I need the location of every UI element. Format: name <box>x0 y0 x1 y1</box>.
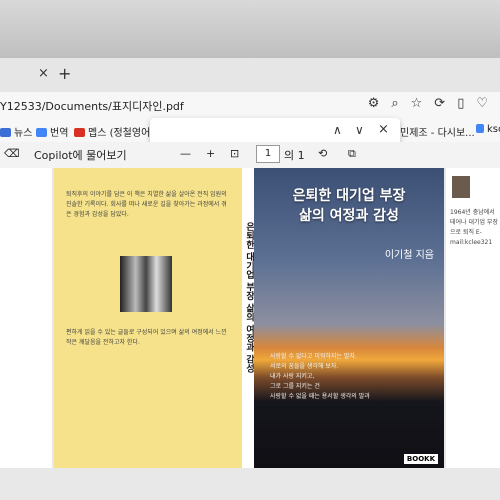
fav-label: 뉴스 <box>14 128 33 139</box>
split-screen-icon[interactable]: ▯ <box>457 96 464 111</box>
cover-title: 은퇴한 대기업 부장 삶의 여정과 감성 <box>254 186 444 226</box>
back-cover-text-bottom: 편하게 읽을 수 있는 글들로 구성되어 있으며 삶의 여정에서 느낀 작은 깨… <box>66 329 227 346</box>
back-cover-text: 퇴직후의 이야기를 담은 이 책은 치열한 삶을 살아온 전직 임원의 진솔한 … <box>66 191 227 218</box>
eraser-icon[interactable]: ⌫ <box>4 147 20 160</box>
fav-google[interactable]: ksc <box>476 124 500 135</box>
refresh-icon[interactable]: ⟳ <box>434 96 445 111</box>
zoom-out-button[interactable]: — <box>180 147 191 160</box>
find-next-icon[interactable]: ∨ <box>355 123 364 137</box>
fav-translate[interactable]: 번역 <box>36 124 68 139</box>
pdf-toolbar: ⌫ Copilot에 물어보기 — + ⊡ 1 의 1 ⟲ ⧉ <box>0 142 500 169</box>
author-photo <box>452 176 470 198</box>
book-spine: 은퇴한 대기업 부장 삶의 여정과 감성 <box>242 168 254 468</box>
zoom-icon[interactable]: ⌕ <box>391 96 398 111</box>
zoom-in-button[interactable]: + <box>206 147 215 160</box>
back-cover-photo <box>120 256 172 312</box>
find-input[interactable] <box>156 123 320 141</box>
previous-page-edge <box>0 168 52 468</box>
spine-title: 은퇴한 대기업 부장 삶의 여정과 감성 <box>244 222 254 373</box>
book-front-cover: 은퇴한 대기업 부장 삶의 여정과 감성 이기철 지음 사랑할 수 없다고 미워… <box>254 168 444 468</box>
cover-poem-line: 사랑할 수 없을 때는 용서할 생각의 말과 <box>270 393 370 400</box>
pdf-viewer[interactable]: 퇴직후의 이야기를 담은 이 책은 치열한 삶을 살아온 전직 임원의 진솔한 … <box>0 168 500 500</box>
browser-window: × + Y12533/Documents/표지디자인.pdf ⚙ ⌕ ☆ ⟳ ▯… <box>0 58 500 500</box>
page-number-input[interactable]: 1 <box>256 145 280 163</box>
cover-poem: 사랑할 수 없다고 미워하지는 말자. 서로의 꿈들을 생각해 보자. 내가 사… <box>270 352 370 402</box>
next-page-edge: 1964년 충남에서 태어나 대기업 부장으로 퇴직 E-mail:kclee3… <box>446 168 500 468</box>
cover-poem-line: 서로의 꿈들을 생각해 보자. <box>270 363 339 370</box>
page-total: 의 1 <box>284 149 305 162</box>
find-previous-icon[interactable]: ∧ <box>333 123 342 137</box>
cover-author: 이기철 지음 <box>384 250 434 261</box>
new-tab-button[interactable]: + <box>58 64 71 83</box>
tab-close-icon[interactable]: × <box>38 66 49 81</box>
google-icon <box>476 124 484 133</box>
url-field[interactable]: Y12533/Documents/표지디자인.pdf <box>0 98 184 114</box>
favorite-star-icon[interactable]: ☆ <box>411 96 423 111</box>
copilot-button[interactable]: Copilot에 물어보기 <box>34 147 127 163</box>
cover-title-line-1: 은퇴한 대기업 부장 <box>292 188 406 204</box>
fav-label: 번역 <box>50 128 69 139</box>
fit-page-icon[interactable]: ⊡ <box>230 147 239 160</box>
youtube-icon <box>74 128 85 137</box>
fav-news[interactable]: 뉴스 <box>0 124 32 139</box>
fav-video[interactable]: 민제조 - 다시보... <box>400 124 475 139</box>
fav-label: ksc <box>487 124 500 135</box>
news-icon <box>0 128 11 137</box>
address-bar: Y12533/Documents/표지디자인.pdf ⚙ ⌕ ☆ ⟳ ▯ ♡ <box>0 92 500 120</box>
page-view-icon[interactable]: ⧉ <box>348 147 356 161</box>
find-close-icon[interactable]: × <box>378 122 389 137</box>
cover-title-line-2: 삶의 여정과 감성 <box>299 208 399 224</box>
cover-poem-line: 내가 사랑 지키고, <box>270 373 315 380</box>
favorites-icon[interactable]: ♡ <box>476 96 488 111</box>
address-bar-icons: ⚙ ⌕ ☆ ⟳ ▯ ♡ <box>368 96 500 111</box>
publisher-logo: BOOKK <box>403 454 438 464</box>
monitor-bezel <box>0 0 500 62</box>
tab-bar: × + <box>0 58 500 93</box>
cover-poem-line: 그로 그를 지키는 건 <box>270 383 320 390</box>
extensions-icon[interactable]: ⚙ <box>368 96 380 111</box>
book-back-cover: 퇴직후의 이야기를 담은 이 책은 치열한 삶을 살아온 전직 임원의 진솔한 … <box>54 168 242 468</box>
author-bio: 1964년 충남에서 태어나 대기업 부장으로 퇴직 E-mail:kclee3… <box>450 209 498 246</box>
fav-label: 민제조 - 다시보... <box>400 128 475 139</box>
cover-poem-line: 사랑할 수 없다고 미워하지는 말자. <box>270 353 357 360</box>
rotate-icon[interactable]: ⟲ <box>318 147 327 160</box>
translate-icon <box>36 128 47 137</box>
